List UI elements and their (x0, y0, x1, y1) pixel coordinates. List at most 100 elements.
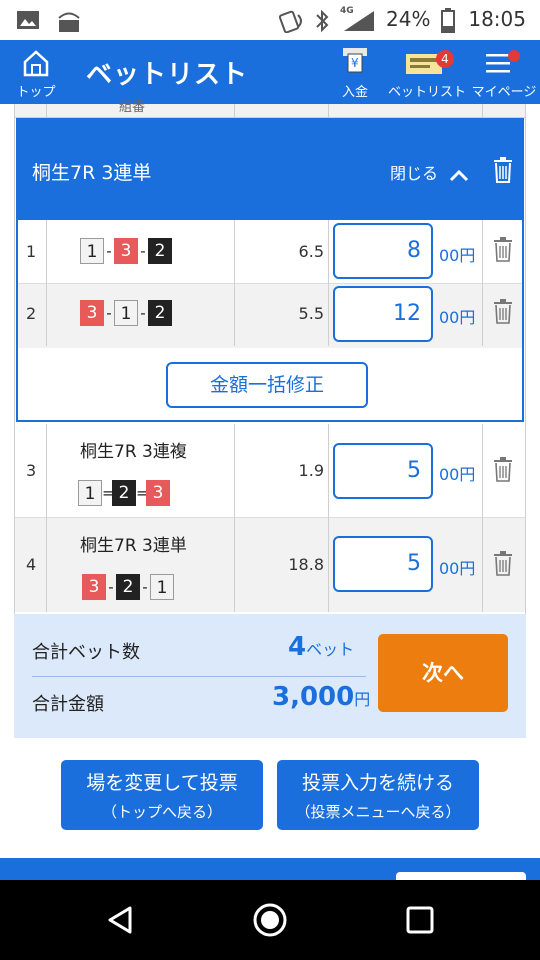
combination: 1 = 2 = 3 (78, 480, 170, 506)
group-race-title: 桐生7R 3連単 (32, 162, 152, 184)
boat-number: 1 (80, 238, 104, 264)
total-count-unit: ベット (306, 640, 355, 659)
amount-input[interactable]: 12 (333, 286, 433, 342)
amount-input[interactable]: 5 (333, 536, 433, 592)
svg-text:¥: ¥ (351, 56, 359, 70)
recents-icon[interactable] (404, 904, 436, 936)
footer-band (0, 858, 540, 880)
chevron-up-icon (450, 169, 469, 181)
row-number: 3 (26, 461, 37, 480)
footer-tab (396, 872, 526, 880)
amount-input[interactable]: 5 (333, 443, 433, 499)
back-icon[interactable] (104, 904, 136, 936)
nfc-icon (278, 10, 302, 33)
boat-number: 1 (114, 300, 138, 326)
trash-icon[interactable] (492, 156, 514, 184)
boat-number: 1 (150, 574, 174, 600)
boat-number: 3 (114, 238, 138, 264)
combination: 3-2-1 (82, 574, 174, 600)
boat-number: 3 (82, 574, 106, 600)
odds: 18.8 (288, 555, 324, 574)
betlist-label: ベットリスト (388, 85, 467, 100)
battery-icon (441, 8, 455, 33)
combo-separator: - (142, 578, 148, 596)
top-label: トップ (16, 85, 56, 100)
deposit-label: 入金 (341, 85, 368, 100)
betlist-badge: 4 (436, 50, 454, 68)
change-venue-button[interactable]: 場を変更して投票 （トップへ戻る） (61, 760, 263, 830)
race-title: 桐生7R 3連複 (80, 442, 187, 462)
amount-unit: 00円 (439, 559, 476, 578)
continue-voting-sublabel: （投票メニューへ戻る） (295, 803, 461, 821)
close-group-button[interactable]: 閉じる (390, 160, 469, 184)
change-venue-sublabel: （トップへ戻る） (101, 803, 222, 821)
row-number: 2 (26, 304, 37, 323)
boat-number: 2 (112, 480, 136, 506)
continue-voting-button[interactable]: 投票入力を続ける （投票メニューへ戻る） (277, 760, 479, 830)
bluetooth-icon (316, 9, 329, 33)
status-bar: 4G 24% 18:05 (0, 0, 540, 40)
boat-number: 2 (116, 574, 140, 600)
screencast-icon (58, 12, 80, 32)
bulk-amount-edit-button[interactable]: 金額一括修正 (166, 362, 368, 408)
home-icon (23, 50, 49, 77)
row-number: 4 (26, 555, 37, 574)
row-number: 1 (26, 242, 37, 261)
home-nav-icon[interactable] (252, 902, 288, 938)
combo-separator: - (106, 304, 112, 322)
trash-icon[interactable] (492, 298, 514, 324)
boat-number: 2 (148, 300, 172, 326)
change-venue-label: 場を変更して投票 (86, 772, 238, 794)
group-header: 桐生7R 3連単 閉じる (18, 120, 522, 220)
gallery-icon (17, 11, 39, 29)
deposit-icon: ¥ (343, 48, 367, 73)
trash-icon[interactable] (492, 236, 514, 262)
combination: 3-1-2 (80, 300, 172, 326)
odds: 5.5 (298, 304, 324, 323)
divider (32, 676, 366, 677)
total-amount-unit: 円 (354, 690, 371, 709)
total-count-label: 合計ベット数 (32, 642, 140, 663)
odds: 6.5 (298, 242, 324, 261)
total-amount: 3,000円 (272, 682, 370, 712)
total-amount-value: 3,000 (272, 682, 355, 712)
amount-input[interactable]: 8 (333, 223, 433, 279)
boat-number: 2 (148, 238, 172, 264)
combination: 1-3-2 (80, 238, 172, 264)
betlist-button[interactable]: 4 ベットリスト (388, 40, 467, 104)
amount-unit: 00円 (439, 465, 476, 484)
column-header-combo: 組番 (119, 100, 146, 115)
next-button[interactable]: 次へ (378, 634, 508, 712)
combo-separator: - (108, 578, 114, 596)
boat-number: 3 (146, 480, 170, 506)
battery-percent: 24% (386, 7, 431, 31)
mypage-button[interactable]: マイページ (468, 40, 540, 104)
combo-separator: = (136, 484, 149, 502)
boat-number: 3 (80, 300, 104, 326)
boat-number: 1 (78, 480, 102, 506)
combo-separator: - (106, 242, 112, 260)
table-header: 組番 (15, 100, 525, 118)
menu-icon (486, 50, 520, 73)
total-count-value: 4 (288, 632, 307, 662)
trash-icon[interactable] (492, 550, 514, 576)
top-button[interactable]: トップ (10, 40, 62, 104)
clock: 18:05 (468, 7, 526, 31)
continue-voting-label: 投票入力を続ける (301, 772, 454, 794)
page-title: ベットリスト (86, 60, 249, 90)
combo-separator: = (102, 484, 115, 502)
odds: 1.9 (298, 461, 324, 480)
combo-separator: - (140, 304, 146, 322)
race-title: 桐生7R 3連単 (80, 536, 187, 556)
signal-icon (344, 11, 374, 31)
app-header: トップ ベットリスト ¥ 入金 4 ベットリスト マイページ (0, 40, 540, 104)
amount-unit: 00円 (439, 246, 476, 265)
trash-icon[interactable] (492, 456, 514, 482)
close-label: 閉じる (390, 164, 439, 183)
combo-separator: - (140, 242, 146, 260)
android-nav-bar (0, 880, 540, 960)
amount-unit: 00円 (439, 308, 476, 327)
deposit-button[interactable]: ¥ 入金 (330, 40, 380, 104)
total-count: 4ベット (288, 632, 354, 662)
total-amount-label: 合計金額 (32, 694, 104, 715)
